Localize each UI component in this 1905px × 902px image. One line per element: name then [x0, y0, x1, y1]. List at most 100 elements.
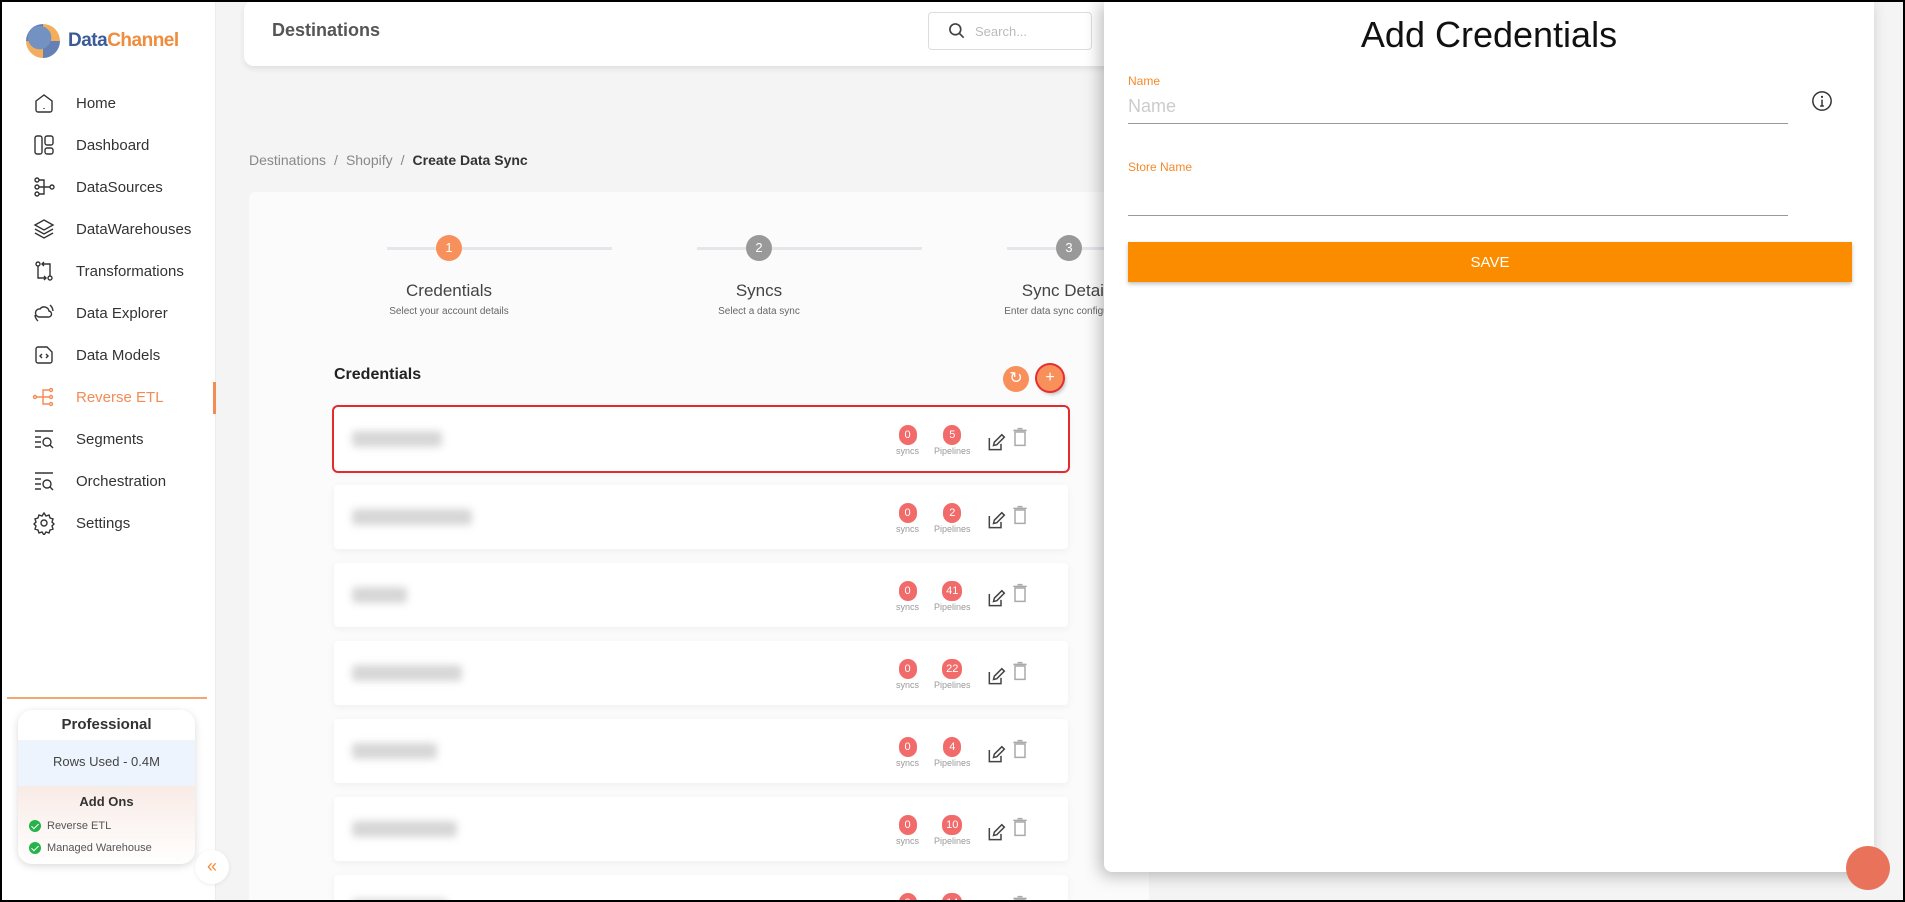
- step-2[interactable]: 2 Syncs Select a data sync: [629, 235, 889, 317]
- segments-icon: [35, 430, 54, 449]
- pipelines-badge: 22 Pipelines: [934, 659, 971, 690]
- sidebar-item-datawarehouses[interactable]: DataWarehouses: [2, 208, 216, 250]
- credential-name-redacted: [352, 509, 472, 525]
- step-number: 2: [746, 235, 772, 261]
- credential-row[interactable]: 0syncs 14Pipelines: [334, 875, 1068, 900]
- delete-icon[interactable]: [1010, 817, 1030, 837]
- sidebar-item-home[interactable]: Home: [2, 82, 216, 124]
- credential-name-redacted: [352, 431, 442, 447]
- credential-row[interactable]: 0 syncs 2 Pipelines: [334, 485, 1068, 549]
- edit-icon[interactable]: [986, 745, 1006, 765]
- edit-icon[interactable]: [986, 589, 1006, 609]
- code-icon: [35, 346, 53, 364]
- plan-title: Professional: [61, 716, 152, 733]
- check-icon: [29, 842, 41, 854]
- delete-icon[interactable]: [1010, 427, 1030, 447]
- sidebar-item-datasources[interactable]: DataSources: [2, 166, 216, 208]
- addon-item: Reverse ETL: [18, 815, 195, 837]
- credential-row[interactable]: 0 syncs 4 Pipelines: [334, 719, 1068, 783]
- chat-button[interactable]: [1846, 846, 1890, 890]
- step-label: Syncs: [735, 281, 783, 300]
- sidebar-item-label: Settings: [76, 514, 131, 532]
- name-input[interactable]: [1128, 90, 1788, 124]
- orchestration-icon: [35, 472, 54, 491]
- step-subtitle: Select a data sync: [718, 306, 800, 317]
- delete-icon[interactable]: [1010, 583, 1030, 603]
- credential-name-redacted: [352, 665, 462, 681]
- sidebar-item-data-models[interactable]: Data Models: [2, 334, 216, 376]
- sidebar-item-reverse-etl[interactable]: Reverse ETL: [2, 376, 216, 418]
- credential-row[interactable]: 0 syncs 22 Pipelines: [334, 641, 1068, 705]
- sidebar: DataChannel Home Dashboard DataSources Data…: [2, 2, 229, 900]
- credential-name-redacted: [352, 821, 457, 837]
- syncs-badge: 0syncs: [896, 893, 919, 900]
- info-icon[interactable]: [1811, 90, 1833, 112]
- save-button[interactable]: SAVE: [1128, 242, 1852, 282]
- refresh-button[interactable]: ↻: [1003, 366, 1029, 392]
- delete-icon[interactable]: [1010, 739, 1030, 759]
- rows-used: Rows Used - 0.4M: [18, 740, 195, 786]
- add-credentials-panel: Add Credentials Name Store Name SAVE: [1104, 2, 1874, 872]
- step-subtitle: Select your account details: [389, 306, 509, 317]
- breadcrumb-shopify[interactable]: Shopify: [346, 152, 393, 168]
- sidebar-item-dashboard[interactable]: Dashboard: [2, 124, 216, 166]
- credential-row[interactable]: 0 syncs 41 Pipelines: [334, 563, 1068, 627]
- delete-icon[interactable]: [1010, 895, 1030, 900]
- syncs-badge: 0syncs: [896, 737, 919, 768]
- home-icon: [35, 94, 53, 113]
- sidebar-nav: Home Dashboard DataSources DataWarehouses Tr…: [2, 82, 216, 544]
- sidebar-item-label: DataWarehouses: [76, 220, 192, 238]
- sidebar-item-orchestration[interactable]: Orchestration: [2, 460, 216, 502]
- edit-icon[interactable]: [986, 511, 1006, 531]
- pipelines-badge: 10 Pipelines: [934, 815, 971, 846]
- step-number: 3: [1056, 235, 1082, 261]
- delete-icon[interactable]: [1010, 661, 1030, 681]
- sidebar-item-label: Data Models: [76, 346, 161, 364]
- sidebar-item-data-explorer[interactable]: Data Explorer: [2, 292, 216, 334]
- check-icon: [29, 820, 41, 832]
- sidebar-item-settings[interactable]: Settings: [2, 502, 216, 544]
- edit-icon[interactable]: [986, 667, 1006, 687]
- gear-icon: [33, 511, 55, 535]
- sidebar-item-label: Segments: [76, 430, 144, 448]
- syncs-badge: 0syncs: [896, 425, 919, 456]
- plan-card: Professional Rows Used - 0.4M Add Ons Re…: [18, 710, 195, 864]
- sidebar-item-label: Dashboard: [76, 136, 150, 154]
- logo[interactable]: DataChannel: [26, 24, 179, 58]
- credential-row[interactable]: 0 syncs 10 Pipelines: [334, 797, 1068, 861]
- syncs-badge: 0syncs: [896, 581, 919, 612]
- credential-name-redacted: [352, 587, 407, 603]
- pipelines-badge: 41 Pipelines: [934, 581, 971, 612]
- edit-icon[interactable]: [986, 823, 1006, 843]
- collapse-sidebar-button[interactable]: «: [195, 850, 229, 884]
- datasources-icon: [34, 177, 55, 197]
- layers-icon: [33, 219, 55, 239]
- syncs-badge: 0syncs: [896, 659, 919, 690]
- add-credential-button[interactable]: +: [1037, 365, 1063, 391]
- pipelines-badge: 14Pipelines: [934, 893, 971, 900]
- step-number: 1: [436, 235, 462, 261]
- credential-row[interactable]: 0 syncs 5 Pipelines: [332, 405, 1070, 473]
- pipelines-badge: 4 Pipelines: [934, 737, 971, 768]
- delete-icon[interactable]: [1010, 505, 1030, 525]
- sidebar-item-label: DataSources: [76, 178, 163, 196]
- syncs-badge: 0syncs: [896, 815, 919, 846]
- breadcrumb-destinations[interactable]: Destinations: [249, 152, 326, 168]
- reverse-etl-icon: [32, 387, 54, 407]
- store-name-input[interactable]: [1128, 182, 1788, 216]
- step-1[interactable]: 1 Credentials Select your account details: [319, 235, 579, 317]
- sidebar-item-label: Data Explorer: [76, 304, 168, 322]
- pipelines-badge: 2 Pipelines: [934, 503, 971, 534]
- sidebar-item-segments[interactable]: Segments: [2, 418, 216, 460]
- breadcrumb: Destinations / Shopify / Create Data Sync: [249, 152, 528, 168]
- sidebar-item-transformations[interactable]: Transformations: [2, 250, 216, 292]
- store-name-label: Store Name: [1128, 160, 1193, 174]
- edit-icon[interactable]: [986, 433, 1006, 453]
- search-icon: [949, 23, 965, 39]
- sidebar-item-label: Orchestration: [76, 472, 167, 490]
- addons-title: Add Ons: [79, 794, 134, 809]
- sidebar-item-label: Reverse ETL: [76, 388, 164, 406]
- search-input[interactable]: Search...: [928, 12, 1092, 50]
- explorer-icon: [34, 304, 54, 322]
- dashboard-icon: [34, 135, 54, 155]
